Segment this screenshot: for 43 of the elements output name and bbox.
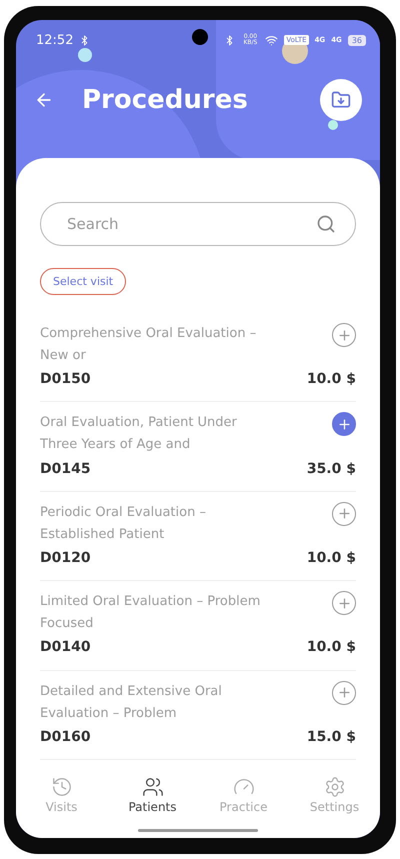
- select-visit-button[interactable]: Select visit: [40, 268, 126, 295]
- nav-tab[interactable]: Patients: [112, 776, 192, 838]
- wifi-icon: [265, 34, 278, 46]
- procedure-code: D0120: [40, 550, 92, 568]
- procedure-price: 15.0 $: [306, 728, 356, 747]
- add-button[interactable]: [332, 502, 356, 526]
- plus-icon: [336, 596, 352, 611]
- search-field[interactable]: Search: [40, 202, 356, 246]
- add-button[interactable]: [332, 680, 356, 705]
- procedure-price: 35.0 $: [306, 460, 356, 479]
- procedure-name: Comprehensive Oral Evaluation – New or: [40, 325, 258, 365]
- procedure-code: D0140: [40, 639, 92, 658]
- dot-icon: [78, 48, 92, 62]
- clock-icon: [50, 776, 72, 798]
- plus-icon: [336, 506, 352, 522]
- procedure-price: 10.0 $: [306, 371, 356, 390]
- procedure-name: Oral Evaluation, Patient Under Three Years of Age and: [40, 414, 238, 454]
- add-button[interactable]: [332, 323, 356, 347]
- procedure-price: 10.0 $: [306, 639, 356, 658]
- plus-icon: [336, 685, 352, 700]
- add-button[interactable]: [332, 412, 356, 436]
- procedure-name: Limited Oral Evaluation – Problem Focused: [40, 593, 262, 634]
- bluetooth-icon: [224, 34, 236, 46]
- nav-tab[interactable]: Settings: [294, 776, 374, 838]
- page-title: Procedures: [82, 85, 249, 115]
- plus-icon: [336, 328, 352, 342]
- plus-icon: [336, 416, 352, 432]
- procedure-code: D0145: [40, 460, 92, 479]
- add-button[interactable]: [332, 591, 356, 616]
- status-time: 12:52: [36, 32, 74, 48]
- users-icon: [142, 776, 164, 798]
- search-icon: [316, 214, 336, 234]
- nav-tab[interactable]: Practice: [204, 776, 284, 838]
- nav-tab[interactable]: Visits: [22, 776, 102, 838]
- procedure-code: D0160: [40, 728, 92, 747]
- settings-icon: [324, 776, 346, 798]
- procedure-price: 10.0 $: [306, 550, 356, 568]
- camera-hole: [192, 29, 208, 45]
- bluetooth-icon: [79, 34, 90, 46]
- procedure-code: D0150: [40, 371, 92, 390]
- procedure-name: Detailed and Extensive Oral Evaluation – Problem: [40, 682, 223, 723]
- folder-download-icon: [331, 90, 351, 110]
- procedure-name: Periodic Oral Evaluation – Established Patient: [40, 504, 207, 544]
